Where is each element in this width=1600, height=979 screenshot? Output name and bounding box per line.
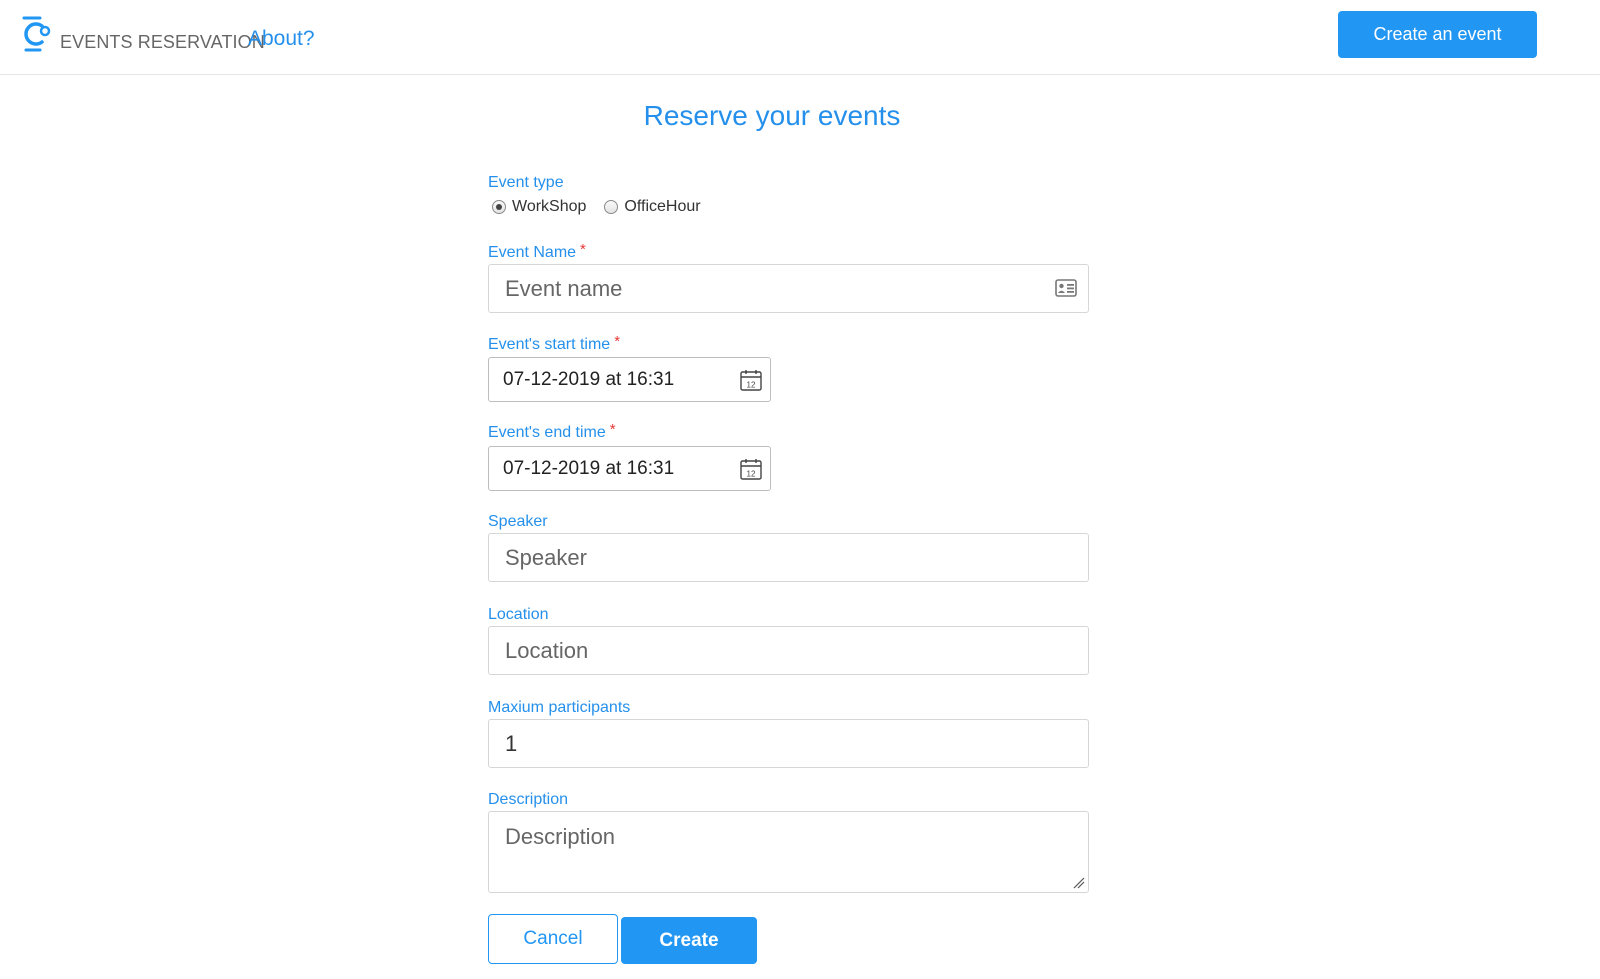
about-link[interactable]: About? [248,27,315,51]
start-time-picker[interactable]: 07-12-2019 at 16:31 12 [488,357,771,402]
calendar-icon[interactable]: 12 [739,457,763,481]
required-mark: * [580,241,586,258]
event-type-radio-group: WorkShop OfficeHour [492,198,719,216]
radio-workshop[interactable]: WorkShop [492,198,586,216]
resize-grip-icon[interactable] [1073,877,1085,889]
create-event-button[interactable]: Create an event [1338,11,1537,58]
app-logo-icon [22,16,51,52]
event-name-input[interactable] [488,264,1089,313]
required-mark: * [614,333,621,350]
svg-text:12: 12 [747,470,756,479]
calendar-icon[interactable]: 12 [739,368,763,392]
page-title: Reserve your events [643,100,901,131]
id-card-icon [1055,279,1077,297]
radio-officehour-circle[interactable] [604,200,619,214]
brand[interactable]: EVENTS RESERVATION [18,14,265,54]
radio-workshop-label: WorkShop [512,198,587,215]
end-time-value: 07-12-2019 at 16:31 [503,458,675,479]
max-participants-label: Maxium participants [488,699,631,716]
location-input[interactable] [488,626,1089,675]
svg-text:12: 12 [747,381,756,390]
max-participants-input[interactable] [488,719,1089,768]
speaker-label: Speaker [488,513,548,530]
description-label: Description [488,791,569,808]
radio-workshop-circle[interactable] [492,200,506,214]
radio-officehour[interactable]: OfficeHour [604,198,701,216]
required-mark: * [609,421,616,438]
event-name-label: Event Name * [488,241,586,261]
brand-name: EVENTS RESERVATION [60,32,265,52]
radio-officehour-label: OfficeHour [624,198,701,215]
description-textarea[interactable] [488,811,1089,893]
create-button[interactable]: Create [621,917,757,964]
event-type-label: Event type [488,174,564,191]
end-time-label: Event's end time * [488,421,616,441]
start-time-value: 07-12-2019 at 16:31 [503,369,675,390]
start-time-label: Event's start time * [488,333,621,353]
cancel-button[interactable]: Cancel [488,914,618,964]
location-label: Location [488,606,549,623]
speaker-input[interactable] [488,533,1089,582]
top-navbar: EVENTS RESERVATION About? Create an even… [0,0,1600,75]
end-time-picker[interactable]: 07-12-2019 at 16:31 12 [488,446,771,491]
